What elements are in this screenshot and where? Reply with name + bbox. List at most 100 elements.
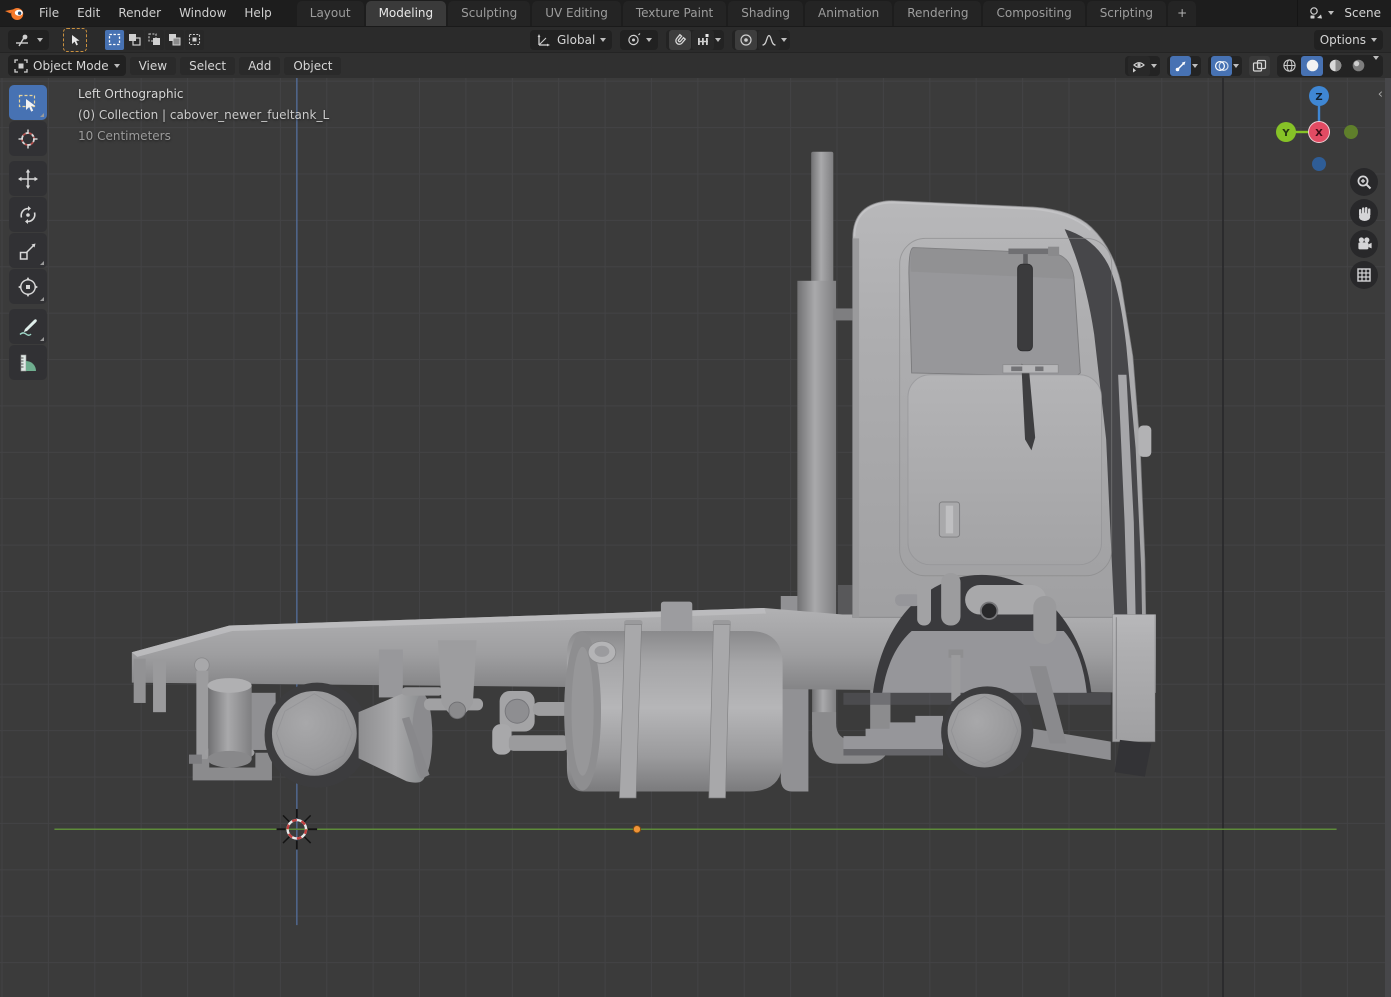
- transform-snap-group: Global: [530, 30, 790, 50]
- tab-rendering[interactable]: Rendering: [894, 1, 981, 26]
- menu-view[interactable]: View: [130, 57, 176, 75]
- rendered-sphere-icon: [1351, 58, 1366, 73]
- scene-selector[interactable]: Scene: [1297, 0, 1391, 26]
- menu-render[interactable]: Render: [109, 0, 170, 26]
- tool-select-box[interactable]: [9, 85, 47, 120]
- shading-rendered-button[interactable]: [1347, 56, 1369, 76]
- select-mode-intersect-button[interactable]: [185, 30, 204, 50]
- tool-measure[interactable]: [9, 345, 47, 380]
- overlays-toggle-button[interactable]: [1211, 56, 1232, 76]
- menu-help[interactable]: Help: [235, 0, 280, 26]
- tool-settings-icon: [14, 33, 32, 47]
- gizmo-z-ball[interactable]: Z: [1309, 86, 1329, 106]
- tool-cursor[interactable]: [9, 121, 47, 156]
- shading-solid-button[interactable]: [1301, 56, 1323, 76]
- tab-compositing[interactable]: Compositing: [983, 1, 1084, 26]
- tab-layout[interactable]: Layout: [297, 1, 364, 26]
- orientation-chevron-icon: [600, 38, 606, 42]
- gizmo-z-negative-ball[interactable]: [1312, 157, 1326, 171]
- sidebar-collapse-arrow-icon[interactable]: ‹: [1378, 88, 1383, 101]
- active-tool-button[interactable]: [63, 28, 87, 52]
- transform-orientation-dropdown[interactable]: Global: [530, 30, 612, 50]
- select-mode-subtract-button[interactable]: [145, 30, 164, 50]
- tool-scale[interactable]: [9, 233, 47, 268]
- camera-view-button[interactable]: [1350, 230, 1378, 258]
- tool-rotate[interactable]: [9, 197, 47, 232]
- sidebar-edge-strip[interactable]: [1385, 78, 1391, 997]
- svg-text:Y: Y: [1281, 128, 1290, 139]
- blender-logo-icon[interactable]: [0, 4, 30, 22]
- gizmo-y-negative-ball[interactable]: [1344, 125, 1358, 139]
- grid-toggle-button[interactable]: [1350, 261, 1378, 289]
- tab-animation[interactable]: Animation: [805, 1, 892, 26]
- workspace-tabs: Layout Modeling Sculpting UV Editing Tex…: [297, 0, 1198, 26]
- hand-icon: [1355, 204, 1373, 222]
- svg-text:Z: Z: [1315, 92, 1322, 103]
- overlays-group: [1208, 56, 1242, 76]
- tab-modeling[interactable]: Modeling: [366, 1, 447, 26]
- axis-gizmo: Z Y X: [1262, 82, 1362, 174]
- gizmo-arrow-icon: [1174, 59, 1188, 73]
- select-mode-set-button[interactable]: [105, 30, 124, 50]
- transform-icon: [17, 276, 39, 298]
- visibility-dropdown-button[interactable]: [1128, 56, 1150, 76]
- magnet-icon: [673, 33, 687, 47]
- select-box-icon: [17, 92, 39, 114]
- menu-file[interactable]: File: [30, 0, 68, 26]
- gizmo-x-ball[interactable]: X: [1309, 122, 1330, 143]
- orientation-value: Global: [557, 33, 595, 47]
- topbar: File Edit Render Window Help Layout Mode…: [0, 0, 1391, 26]
- pivot-point-dropdown[interactable]: [620, 30, 658, 50]
- menu-edit[interactable]: Edit: [68, 0, 109, 26]
- mode-chevron-icon: [114, 64, 120, 68]
- pan-button[interactable]: [1350, 199, 1378, 227]
- tool-move[interactable]: [9, 161, 47, 196]
- tab-uv-editing[interactable]: UV Editing: [532, 1, 621, 26]
- object-origin-dot[interactable]: [633, 826, 640, 833]
- truck-model[interactable]: [132, 152, 1156, 798]
- tab-texture-paint[interactable]: Texture Paint: [623, 1, 726, 26]
- 3d-viewport[interactable]: Left Orthographic (0) Collection | cabov…: [0, 78, 1391, 997]
- menu-select[interactable]: Select: [180, 57, 235, 75]
- select-mode-group: [105, 30, 204, 50]
- select-mode-extend-button[interactable]: [125, 30, 144, 50]
- tool-transform[interactable]: [9, 269, 47, 304]
- gizmo-y-ball[interactable]: Y: [1276, 122, 1296, 142]
- pivot-point-icon: [626, 33, 641, 47]
- shading-material-button[interactable]: [1324, 56, 1346, 76]
- solid-sphere-icon: [1305, 58, 1320, 73]
- shading-chevron-icon: [1373, 56, 1379, 60]
- menu-window[interactable]: Window: [170, 0, 235, 26]
- gizmos-toggle-button[interactable]: [1170, 56, 1191, 76]
- blender-logo-glyph: [4, 4, 26, 22]
- svg-text:X: X: [1315, 128, 1323, 139]
- tab-sculpting[interactable]: Sculpting: [448, 1, 530, 26]
- select-mode-invert-button[interactable]: [165, 30, 184, 50]
- snap-toggle-button[interactable]: [669, 30, 691, 50]
- select-box-icon: [68, 33, 82, 47]
- annotate-pen-icon: [17, 316, 39, 338]
- proportional-editing-icon: [739, 33, 753, 47]
- tool-annotate[interactable]: [9, 309, 47, 344]
- options-dropdown[interactable]: Options: [1314, 30, 1383, 50]
- tab-shading[interactable]: Shading: [728, 1, 803, 26]
- zoom-button[interactable]: [1350, 168, 1378, 196]
- gizmos-group: [1167, 56, 1201, 76]
- tab-scripting[interactable]: Scripting: [1087, 1, 1166, 26]
- snap-mode-dropdown[interactable]: [692, 30, 714, 50]
- menu-object[interactable]: Object: [284, 57, 341, 75]
- zoom-icon: [1355, 173, 1373, 191]
- proportional-toggle-button[interactable]: [735, 30, 757, 50]
- scene-icon: [1308, 5, 1324, 21]
- menu-add[interactable]: Add: [239, 57, 280, 75]
- falloff-dropdown[interactable]: [758, 30, 780, 50]
- gizmos-chevron-icon: [1192, 64, 1198, 68]
- add-workspace-button[interactable]: +: [1168, 1, 1196, 26]
- object-mode-icon: [14, 59, 28, 73]
- tool-settings-dropdown[interactable]: [8, 30, 49, 50]
- mode-selector-dropdown[interactable]: Object Mode: [8, 55, 126, 76]
- snap-chevron-icon: [715, 38, 721, 42]
- overlays-icon: [1214, 59, 1229, 73]
- shading-wireframe-button[interactable]: [1278, 56, 1300, 76]
- xray-toggle-button[interactable]: [1249, 56, 1270, 76]
